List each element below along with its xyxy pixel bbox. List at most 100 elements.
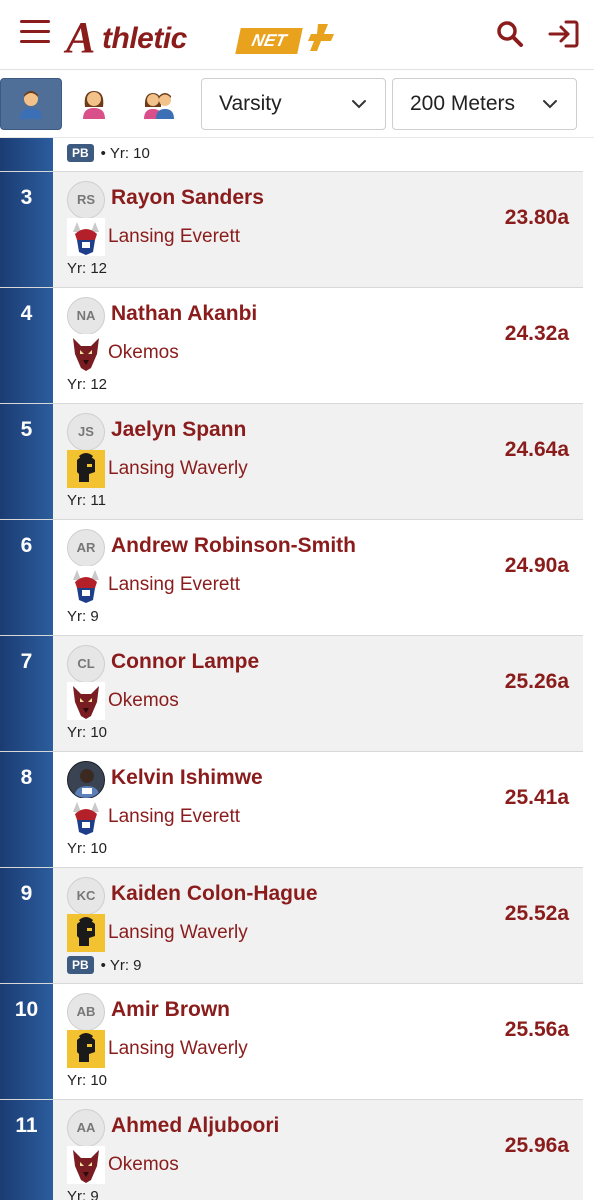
avatar[interactable]: JS	[67, 413, 105, 451]
school-name-link[interactable]: Lansing Everett	[108, 806, 240, 828]
school-name-link[interactable]: Okemos	[108, 1154, 179, 1176]
table-row[interactable]: 3 RS Rayon Sanders Lansing Everett Yr: 1…	[0, 172, 583, 288]
table-row[interactable]: 9 KC Kaiden Colon-Hague Lansing Waverly …	[0, 868, 583, 984]
school-name-link[interactable]: Okemos	[108, 342, 179, 364]
avatar[interactable]: NA	[67, 297, 105, 335]
result-mark-link[interactable]: 25.52a	[505, 902, 569, 926]
level-select-value: Varsity	[219, 92, 282, 115]
year-text: Yr: 12	[67, 376, 108, 393]
year-text: • Yr: 10	[100, 144, 150, 162]
table-row[interactable]: 11 AA Ahmed Aljuboori Okemos Yr: 9 25.96…	[0, 1100, 583, 1200]
athlete-name-link[interactable]: Kaiden Colon-Hague	[111, 882, 318, 906]
boys-filter-button[interactable]	[0, 78, 62, 130]
logo-net-badge: NET	[235, 28, 303, 54]
row-meta: Yr: 12	[67, 260, 107, 277]
result-mark-link[interactable]: 24.90a	[505, 554, 569, 578]
year-text: Yr: 11	[67, 492, 106, 509]
viking-logo-icon	[67, 798, 105, 836]
wolf-logo-icon	[67, 682, 105, 720]
event-select[interactable]: 200 Meters	[392, 78, 577, 130]
athlete-name-link[interactable]: Connor Lampe	[111, 650, 259, 674]
logo-word: thletic	[102, 22, 187, 55]
rank-cell: 10	[0, 984, 53, 1099]
row-meta: Yr: 10	[67, 724, 107, 741]
warrior-logo-icon	[67, 1030, 105, 1068]
both-genders-icon	[144, 93, 174, 119]
table-row[interactable]: 8 Kelvin Ishimwe Lansing Everett Yr: 10 …	[0, 752, 583, 868]
school-name-link[interactable]: Okemos	[108, 690, 179, 712]
row-meta: Yr: 10	[67, 840, 107, 857]
row-meta: Yr: 11	[67, 492, 106, 509]
both-genders-filter-button[interactable]	[128, 78, 190, 130]
athlete-name-link[interactable]: Andrew Robinson-Smith	[111, 534, 356, 558]
result-mark-link[interactable]: 24.32a	[505, 322, 569, 346]
result-mark-link[interactable]: 25.41a	[505, 786, 569, 810]
table-row[interactable]: 10 AB Amir Brown Lansing Waverly Yr: 10 …	[0, 984, 583, 1100]
row-meta: PB • Yr: 9	[67, 956, 142, 974]
plus-icon	[308, 24, 334, 51]
level-select[interactable]: Varsity	[201, 78, 386, 130]
result-mark-link[interactable]: 24.64a	[505, 438, 569, 462]
rank-cell: 3	[0, 172, 53, 287]
athlete-name-link[interactable]: Nathan Akanbi	[111, 302, 257, 326]
row-meta: Yr: 9	[67, 1188, 99, 1200]
athlete-name-link[interactable]: Kelvin Ishimwe	[111, 766, 263, 790]
search-icon[interactable]	[494, 18, 526, 50]
rank-cell: 4	[0, 288, 53, 403]
girls-icon	[83, 91, 105, 119]
table-row[interactable]: 4 NA Nathan Akanbi Okemos Yr: 12 24.32a	[0, 288, 583, 404]
athleticnet-logo[interactable]: A thletic NET	[66, 10, 346, 62]
rank-cell: 5	[0, 404, 53, 519]
avatar[interactable]: CL	[67, 645, 105, 683]
table-row[interactable]: 6 AR Andrew Robinson-Smith Lansing Evere…	[0, 520, 583, 636]
menu-icon[interactable]	[20, 20, 50, 46]
wolf-logo-icon	[67, 1146, 105, 1184]
school-name-link[interactable]: Lansing Waverly	[108, 1038, 248, 1060]
rank-cell: 6	[0, 520, 53, 635]
row-meta: Yr: 9	[67, 608, 99, 625]
pb-badge: PB	[67, 144, 94, 162]
avatar[interactable]: AR	[67, 529, 105, 567]
girls-filter-button[interactable]	[63, 78, 125, 130]
school-name-link[interactable]: Lansing Waverly	[108, 922, 248, 944]
athlete-name-link[interactable]: Ahmed Aljuboori	[111, 1114, 279, 1138]
school-name-link[interactable]: Lansing Waverly	[108, 458, 248, 480]
result-mark-link[interactable]: 25.26a	[505, 670, 569, 694]
year-text: Yr: 10	[67, 840, 108, 857]
login-icon[interactable]	[546, 16, 582, 52]
rank-cell: 7	[0, 636, 53, 751]
school-name-link[interactable]: Lansing Everett	[108, 226, 240, 248]
rank-cell: 8	[0, 752, 53, 867]
wolf-logo-icon	[67, 334, 105, 372]
row-meta: Yr: 12	[67, 376, 107, 393]
result-mark-link[interactable]: 25.56a	[505, 1018, 569, 1042]
pb-badge: PB	[67, 956, 94, 974]
year-text: Yr: 9	[67, 608, 99, 625]
result-mark-link[interactable]: 25.96a	[505, 1134, 569, 1158]
avatar[interactable]: RS	[67, 181, 105, 219]
avatar[interactable]: AA	[67, 1109, 105, 1147]
scrollbar[interactable]	[583, 138, 594, 1200]
athlete-name-link[interactable]: Amir Brown	[111, 998, 230, 1022]
event-select-value: 200 Meters	[410, 92, 516, 115]
athlete-name-link[interactable]: Jaelyn Spann	[111, 418, 246, 442]
year-text: Yr: 12	[67, 260, 108, 277]
avatar[interactable]: AB	[67, 993, 105, 1031]
warrior-logo-icon	[67, 450, 105, 488]
year-text: Yr: 10	[67, 1072, 108, 1089]
result-mark-link[interactable]: 23.80a	[505, 206, 569, 230]
avatar[interactable]	[67, 761, 105, 799]
year-text: Yr: 9	[67, 1188, 99, 1200]
boys-icon	[20, 91, 42, 119]
table-row[interactable]: 7 CL Connor Lampe Okemos Yr: 10 25.26a	[0, 636, 583, 752]
athlete-name-link[interactable]: Rayon Sanders	[111, 186, 264, 210]
avatar[interactable]: KC	[67, 877, 105, 915]
row-meta: PB • Yr: 10	[67, 144, 150, 162]
app-header: A thletic NET	[0, 0, 594, 70]
year-text: • Yr: 9	[100, 956, 142, 974]
school-name-link[interactable]: Lansing Everett	[108, 574, 240, 596]
row-meta: Yr: 10	[67, 1072, 107, 1089]
logo-letter-a: A	[66, 13, 95, 62]
table-row[interactable]: 5 JS Jaelyn Spann Lansing Waverly Yr: 11…	[0, 404, 583, 520]
chevron-down-icon	[352, 100, 366, 109]
